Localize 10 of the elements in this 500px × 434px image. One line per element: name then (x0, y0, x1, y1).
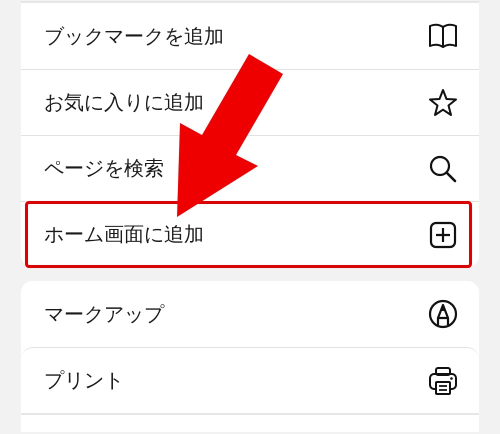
star-icon (427, 86, 459, 118)
pen-tip-icon (427, 298, 459, 330)
menu-item-label: プリント (44, 367, 124, 394)
printer-icon (427, 364, 459, 396)
menu-item-label: ページを検索 (44, 155, 164, 182)
menu-item-label: マークアップ (44, 300, 164, 328)
menu-item-label: ブックマークを追加 (44, 22, 224, 50)
menu-item[interactable]: ホーム画面に追加 (21, 201, 479, 267)
menu-item-label: ホーム画面に追加 (44, 221, 204, 248)
menu-item-label: お気に入りに追加 (44, 89, 204, 116)
